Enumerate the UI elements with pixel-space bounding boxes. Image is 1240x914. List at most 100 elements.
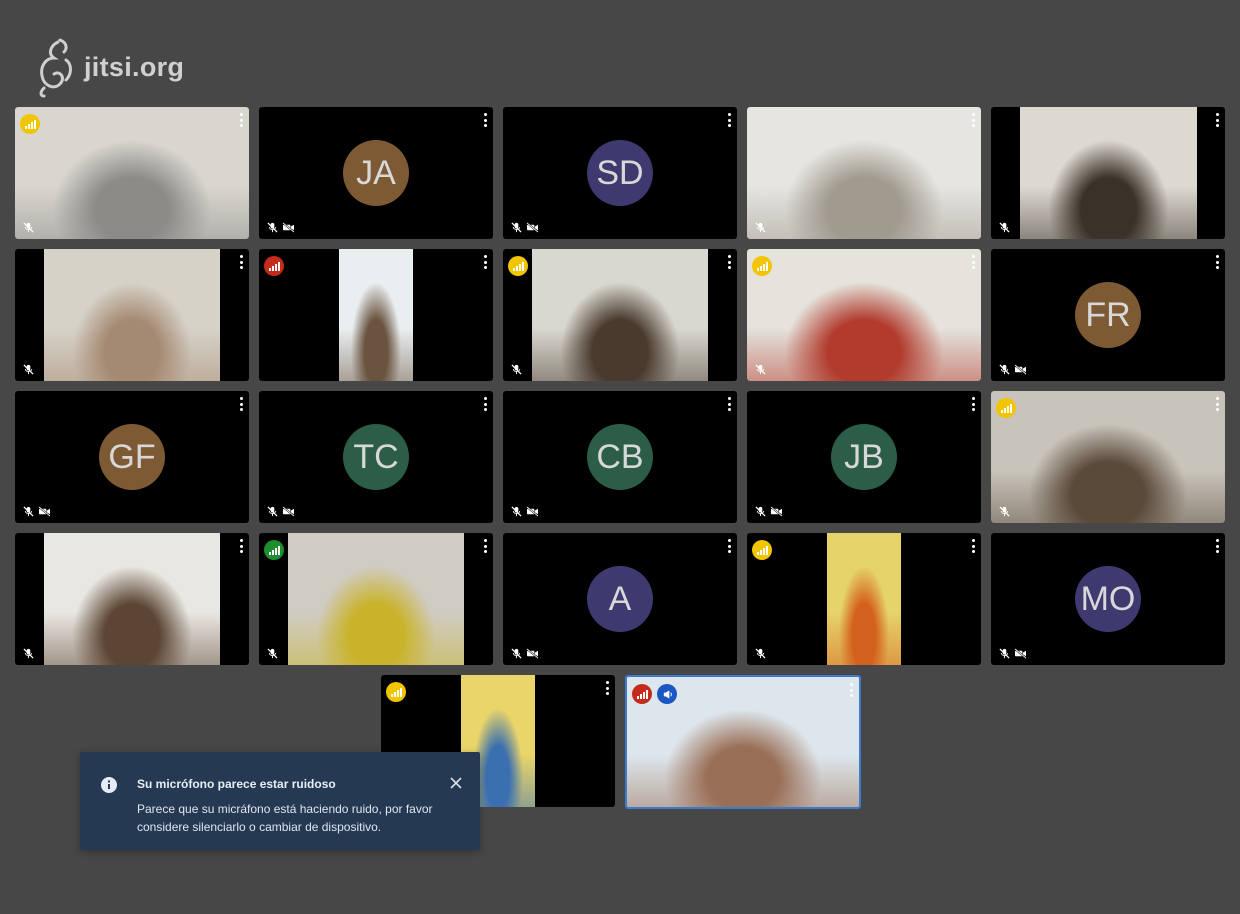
more-options-icon[interactable]: [238, 539, 244, 553]
camera-muted-icon: [38, 506, 51, 517]
participant-avatar: CB: [587, 424, 653, 490]
notification-body: Parece que su micráfono está haciendo ru…: [137, 802, 433, 834]
mic-muted-icon: [999, 364, 1010, 375]
more-options-icon[interactable]: [726, 255, 732, 269]
participant-avatar: FR: [1075, 282, 1141, 348]
status-indicators: [23, 648, 34, 659]
more-options-icon[interactable]: [1214, 397, 1220, 411]
more-options-icon[interactable]: [604, 681, 610, 695]
video-feed: [532, 249, 708, 381]
more-options-icon[interactable]: [238, 397, 244, 411]
more-options-icon[interactable]: [970, 539, 976, 553]
close-icon[interactable]: [448, 775, 464, 791]
participant-tile[interactable]: [747, 107, 981, 239]
status-indicators: [511, 506, 539, 517]
status-indicators: [999, 506, 1010, 517]
status-indicators: [755, 648, 766, 659]
connection-indicator-icon[interactable]: [752, 256, 772, 276]
mic-muted-icon: [511, 364, 522, 375]
more-options-icon[interactable]: [238, 255, 244, 269]
more-options-icon[interactable]: [970, 113, 976, 127]
more-options-icon[interactable]: [482, 255, 488, 269]
avatar-initials: FR: [1085, 295, 1131, 334]
participant-avatar: SD: [587, 140, 653, 206]
mic-muted-icon: [755, 364, 766, 375]
more-options-icon[interactable]: [482, 539, 488, 553]
more-options-icon[interactable]: [1214, 113, 1220, 127]
more-options-icon[interactable]: [970, 255, 976, 269]
status-indicators: [511, 364, 522, 375]
participant-tile[interactable]: JB: [747, 391, 981, 523]
status-indicators: [755, 364, 766, 375]
participant-tile[interactable]: [991, 107, 1225, 239]
participant-tile[interactable]: A: [503, 533, 737, 665]
noisy-mic-notification: Su micrófono parece estar ruidoso Parece…: [80, 752, 480, 850]
mic-muted-icon: [23, 648, 34, 659]
participant-tile[interactable]: [259, 249, 493, 381]
participant-tile[interactable]: [747, 533, 981, 665]
video-feed: [44, 533, 220, 665]
status-indicators: [23, 364, 34, 375]
camera-muted-icon: [282, 222, 295, 233]
more-options-icon[interactable]: [726, 539, 732, 553]
camera-muted-icon: [282, 506, 295, 517]
participant-tile[interactable]: JA: [259, 107, 493, 239]
more-options-icon[interactable]: [1214, 255, 1220, 269]
camera-muted-icon: [770, 506, 783, 517]
more-options-icon[interactable]: [726, 397, 732, 411]
participant-avatar: JA: [343, 140, 409, 206]
video-feed: [15, 107, 249, 239]
video-feed: [288, 533, 464, 665]
connection-indicator-icon[interactable]: [386, 682, 406, 702]
participant-tile[interactable]: [991, 391, 1225, 523]
participant-tile[interactable]: [747, 249, 981, 381]
more-options-icon[interactable]: [482, 397, 488, 411]
more-options-icon[interactable]: [726, 113, 732, 127]
avatar-initials: A: [608, 579, 632, 618]
camera-muted-icon: [526, 222, 539, 233]
status-indicators: [999, 364, 1027, 375]
status-indicators: [267, 648, 278, 659]
connection-indicator-icon[interactable]: [20, 114, 40, 134]
participant-tile[interactable]: CB: [503, 391, 737, 523]
mic-muted-icon: [267, 648, 278, 659]
connection-indicator-icon[interactable]: [632, 684, 652, 704]
participant-tile[interactable]: [503, 249, 737, 381]
info-icon: [101, 777, 117, 793]
mic-muted-icon: [755, 648, 766, 659]
status-indicators: [267, 506, 295, 517]
video-feed: [827, 533, 901, 665]
more-options-icon[interactable]: [238, 113, 244, 127]
participant-avatar: JB: [831, 424, 897, 490]
participant-tile[interactable]: GF: [15, 391, 249, 523]
participant-avatar: A: [587, 566, 653, 632]
participant-tile[interactable]: MO: [991, 533, 1225, 665]
participant-tile[interactable]: [15, 107, 249, 239]
mic-muted-icon: [23, 506, 34, 517]
status-indicators: [755, 222, 766, 233]
participant-tile[interactable]: TC: [259, 391, 493, 523]
mic-muted-icon: [511, 506, 522, 517]
more-options-icon[interactable]: [970, 397, 976, 411]
connection-indicator-icon[interactable]: [996, 398, 1016, 418]
participant-tile[interactable]: FR: [991, 249, 1225, 381]
participant-tile[interactable]: [259, 533, 493, 665]
camera-muted-icon: [526, 648, 539, 659]
participant-tile[interactable]: [625, 675, 861, 809]
participant-tile[interactable]: [15, 249, 249, 381]
status-indicators: [999, 222, 1010, 233]
connection-indicator-icon[interactable]: [264, 540, 284, 560]
more-options-icon[interactable]: [482, 113, 488, 127]
participant-avatar: TC: [343, 424, 409, 490]
status-indicators: [23, 222, 34, 233]
participant-tile[interactable]: [15, 533, 249, 665]
connection-indicator-icon[interactable]: [752, 540, 772, 560]
video-feed: [991, 391, 1225, 523]
connection-indicator-icon[interactable]: [264, 256, 284, 276]
more-options-icon[interactable]: [1214, 539, 1220, 553]
participant-tile[interactable]: SD: [503, 107, 737, 239]
more-options-icon[interactable]: [848, 683, 854, 697]
connection-indicator-icon[interactable]: [508, 256, 528, 276]
avatar-initials: TC: [353, 437, 399, 476]
mic-muted-icon: [999, 222, 1010, 233]
